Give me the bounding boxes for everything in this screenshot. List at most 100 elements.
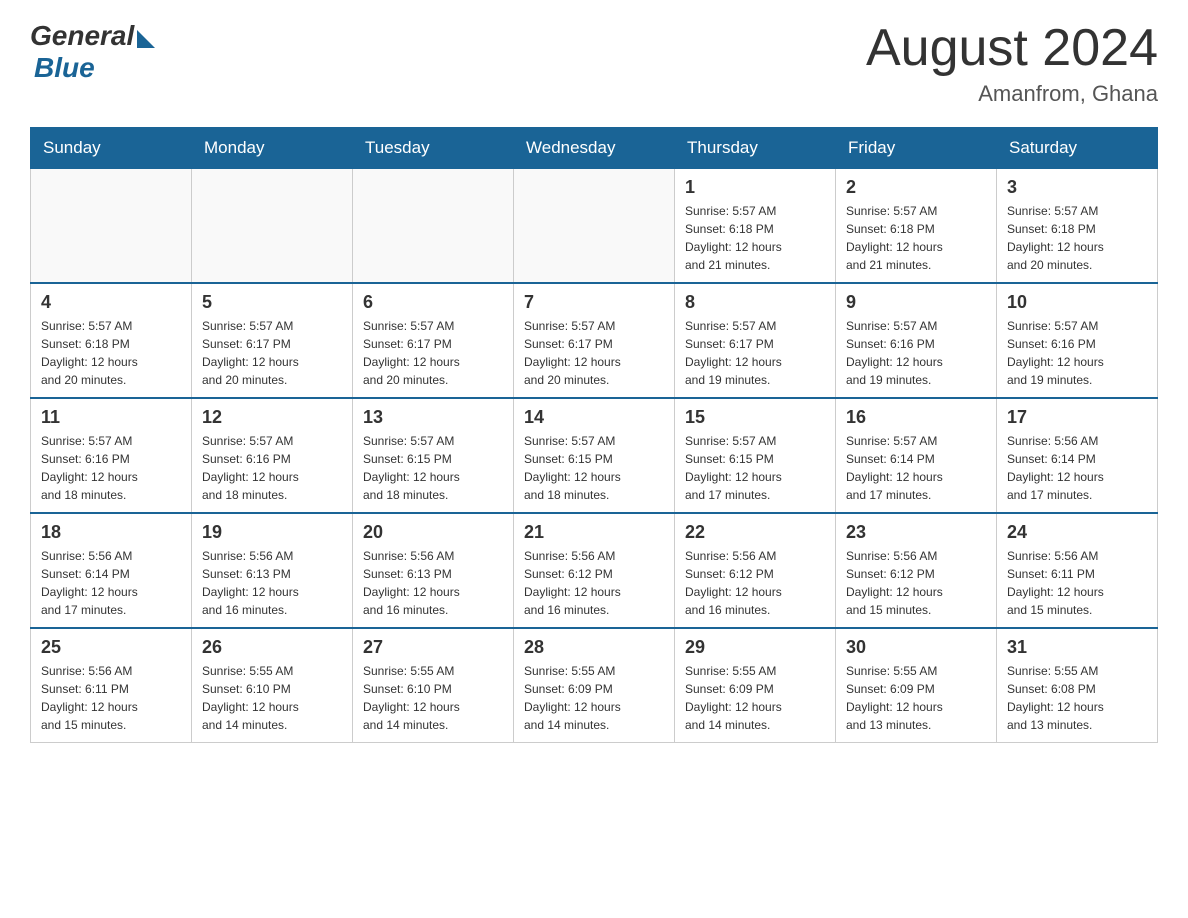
- day-number: 25: [41, 637, 181, 658]
- day-number: 21: [524, 522, 664, 543]
- calendar-day-cell: 2Sunrise: 5:57 AMSunset: 6:18 PMDaylight…: [836, 169, 997, 284]
- day-info: Sunrise: 5:57 AMSunset: 6:15 PMDaylight:…: [363, 432, 503, 504]
- day-number: 11: [41, 407, 181, 428]
- day-number: 2: [846, 177, 986, 198]
- day-info: Sunrise: 5:55 AMSunset: 6:10 PMDaylight:…: [363, 662, 503, 734]
- day-info: Sunrise: 5:55 AMSunset: 6:09 PMDaylight:…: [524, 662, 664, 734]
- day-number: 24: [1007, 522, 1147, 543]
- month-year-title: August 2024: [866, 20, 1158, 77]
- calendar-day-cell: 20 Sunrise: 5:56 AMSunset: 6:13 PMDayligh…: [353, 513, 514, 628]
- day-number: 13: [363, 407, 503, 428]
- logo-general-text: General: [30, 20, 134, 52]
- calendar-day-cell: [192, 169, 353, 284]
- calendar-day-cell: 24 Sunrise: 5:56 AMSunset: 6:11 PMDayligh…: [997, 513, 1158, 628]
- calendar-week-row: 25 Sunrise: 5:56 AMSunset: 6:11 PMDayligh…: [31, 628, 1158, 743]
- day-info: Sunrise: 5:57 AMSunset: 6:16 PMDaylight:…: [1007, 317, 1147, 389]
- calendar-day-cell: 10 Sunrise: 5:57 AMSunset: 6:16 PMDayligh…: [997, 283, 1158, 398]
- page-header: General Blue August 2024 Amanfrom, Ghana: [30, 20, 1158, 107]
- day-info: Sunrise: 5:56 AMSunset: 6:13 PMDaylight:…: [202, 547, 342, 619]
- day-info: Sunrise: 5:57 AMSunset: 6:17 PMDaylight:…: [202, 317, 342, 389]
- calendar-day-cell: 31Sunrise: 5:55 AMSunset: 6:08 PMDayligh…: [997, 628, 1158, 743]
- day-info: Sunrise: 5:57 AMSunset: 6:18 PMDaylight:…: [685, 202, 825, 274]
- day-info: Sunrise: 5:55 AMSunset: 6:09 PMDaylight:…: [846, 662, 986, 734]
- calendar-day-cell: 26 Sunrise: 5:55 AMSunset: 6:10 PMDayligh…: [192, 628, 353, 743]
- calendar-table: SundayMondayTuesdayWednesdayThursdayFrid…: [30, 127, 1158, 743]
- days-of-week-row: SundayMondayTuesdayWednesdayThursdayFrid…: [31, 128, 1158, 169]
- day-number: 15: [685, 407, 825, 428]
- day-info: Sunrise: 5:56 AMSunset: 6:13 PMDaylight:…: [363, 547, 503, 619]
- calendar-day-cell: 18 Sunrise: 5:56 AMSunset: 6:14 PMDayligh…: [31, 513, 192, 628]
- day-of-week-header: Wednesday: [514, 128, 675, 169]
- day-number: 6: [363, 292, 503, 313]
- calendar-day-cell: 21 Sunrise: 5:56 AMSunset: 6:12 PMDayligh…: [514, 513, 675, 628]
- day-info: Sunrise: 5:55 AMSunset: 6:08 PMDaylight:…: [1007, 662, 1147, 734]
- calendar-day-cell: 11 Sunrise: 5:57 AMSunset: 6:16 PMDayligh…: [31, 398, 192, 513]
- day-info: Sunrise: 5:56 AMSunset: 6:11 PMDaylight:…: [1007, 547, 1147, 619]
- calendar-day-cell: 4 Sunrise: 5:57 AMSunset: 6:18 PMDaylight…: [31, 283, 192, 398]
- day-number: 22: [685, 522, 825, 543]
- title-section: August 2024 Amanfrom, Ghana: [866, 20, 1158, 107]
- day-info: Sunrise: 5:56 AMSunset: 6:12 PMDaylight:…: [846, 547, 986, 619]
- day-info: Sunrise: 5:56 AMSunset: 6:12 PMDaylight:…: [524, 547, 664, 619]
- calendar-day-cell: 6Sunrise: 5:57 AMSunset: 6:17 PMDaylight…: [353, 283, 514, 398]
- day-number: 30: [846, 637, 986, 658]
- day-info: Sunrise: 5:55 AMSunset: 6:10 PMDaylight:…: [202, 662, 342, 734]
- day-number: 19: [202, 522, 342, 543]
- calendar-day-cell: 8Sunrise: 5:57 AMSunset: 6:17 PMDaylight…: [675, 283, 836, 398]
- day-number: 16: [846, 407, 986, 428]
- calendar-day-cell: 27 Sunrise: 5:55 AMSunset: 6:10 PMDayligh…: [353, 628, 514, 743]
- day-number: 9: [846, 292, 986, 313]
- day-number: 26: [202, 637, 342, 658]
- day-of-week-header: Thursday: [675, 128, 836, 169]
- day-of-week-header: Friday: [836, 128, 997, 169]
- calendar-day-cell: 13 Sunrise: 5:57 AMSunset: 6:15 PMDayligh…: [353, 398, 514, 513]
- day-info: Sunrise: 5:56 AMSunset: 6:14 PMDaylight:…: [41, 547, 181, 619]
- day-number: 23: [846, 522, 986, 543]
- calendar-day-cell: [514, 169, 675, 284]
- day-info: Sunrise: 5:56 AMSunset: 6:12 PMDaylight:…: [685, 547, 825, 619]
- day-info: Sunrise: 5:57 AMSunset: 6:16 PMDaylight:…: [202, 432, 342, 504]
- day-number: 5: [202, 292, 342, 313]
- day-info: Sunrise: 5:57 AMSunset: 6:16 PMDaylight:…: [846, 317, 986, 389]
- day-number: 28: [524, 637, 664, 658]
- day-number: 12: [202, 407, 342, 428]
- day-info: Sunrise: 5:57 AMSunset: 6:17 PMDaylight:…: [685, 317, 825, 389]
- day-info: Sunrise: 5:57 AMSunset: 6:17 PMDaylight:…: [524, 317, 664, 389]
- day-info: Sunrise: 5:56 AMSunset: 6:11 PMDaylight:…: [41, 662, 181, 734]
- day-number: 4: [41, 292, 181, 313]
- calendar-day-cell: 14Sunrise: 5:57 AMSunset: 6:15 PMDayligh…: [514, 398, 675, 513]
- day-info: Sunrise: 5:56 AMSunset: 6:14 PMDaylight:…: [1007, 432, 1147, 504]
- calendar-day-cell: 22 Sunrise: 5:56 AMSunset: 6:12 PMDayligh…: [675, 513, 836, 628]
- calendar-day-cell: 15 Sunrise: 5:57 AMSunset: 6:15 PMDayligh…: [675, 398, 836, 513]
- calendar-day-cell: [31, 169, 192, 284]
- calendar-day-cell: 29Sunrise: 5:55 AMSunset: 6:09 PMDayligh…: [675, 628, 836, 743]
- calendar-day-cell: 12 Sunrise: 5:57 AMSunset: 6:16 PMDayligh…: [192, 398, 353, 513]
- day-number: 10: [1007, 292, 1147, 313]
- day-number: 17: [1007, 407, 1147, 428]
- calendar-day-cell: 7Sunrise: 5:57 AMSunset: 6:17 PMDaylight…: [514, 283, 675, 398]
- day-info: Sunrise: 5:57 AMSunset: 6:18 PMDaylight:…: [41, 317, 181, 389]
- day-number: 27: [363, 637, 503, 658]
- logo: General Blue: [30, 20, 155, 84]
- calendar-day-cell: [353, 169, 514, 284]
- day-number: 29: [685, 637, 825, 658]
- calendar-day-cell: 30 Sunrise: 5:55 AMSunset: 6:09 PMDayligh…: [836, 628, 997, 743]
- day-info: Sunrise: 5:57 AMSunset: 6:15 PMDaylight:…: [685, 432, 825, 504]
- day-number: 1: [685, 177, 825, 198]
- day-of-week-header: Sunday: [31, 128, 192, 169]
- calendar-week-row: 1 Sunrise: 5:57 AMSunset: 6:18 PMDaylight…: [31, 169, 1158, 284]
- day-of-week-header: Tuesday: [353, 128, 514, 169]
- calendar-week-row: 4 Sunrise: 5:57 AMSunset: 6:18 PMDaylight…: [31, 283, 1158, 398]
- logo-arrow-icon: [137, 30, 155, 48]
- day-number: 18: [41, 522, 181, 543]
- day-of-week-header: Saturday: [997, 128, 1158, 169]
- calendar-week-row: 11 Sunrise: 5:57 AMSunset: 6:16 PMDayligh…: [31, 398, 1158, 513]
- calendar-day-cell: 17 Sunrise: 5:56 AMSunset: 6:14 PMDayligh…: [997, 398, 1158, 513]
- day-info: Sunrise: 5:57 AMSunset: 6:18 PMDaylight:…: [1007, 202, 1147, 274]
- calendar-day-cell: 5 Sunrise: 5:57 AMSunset: 6:17 PMDaylight…: [192, 283, 353, 398]
- day-info: Sunrise: 5:57 AMSunset: 6:14 PMDaylight:…: [846, 432, 986, 504]
- day-info: Sunrise: 5:57 AMSunset: 6:16 PMDaylight:…: [41, 432, 181, 504]
- calendar-week-row: 18 Sunrise: 5:56 AMSunset: 6:14 PMDayligh…: [31, 513, 1158, 628]
- day-number: 20: [363, 522, 503, 543]
- calendar-day-cell: 23 Sunrise: 5:56 AMSunset: 6:12 PMDayligh…: [836, 513, 997, 628]
